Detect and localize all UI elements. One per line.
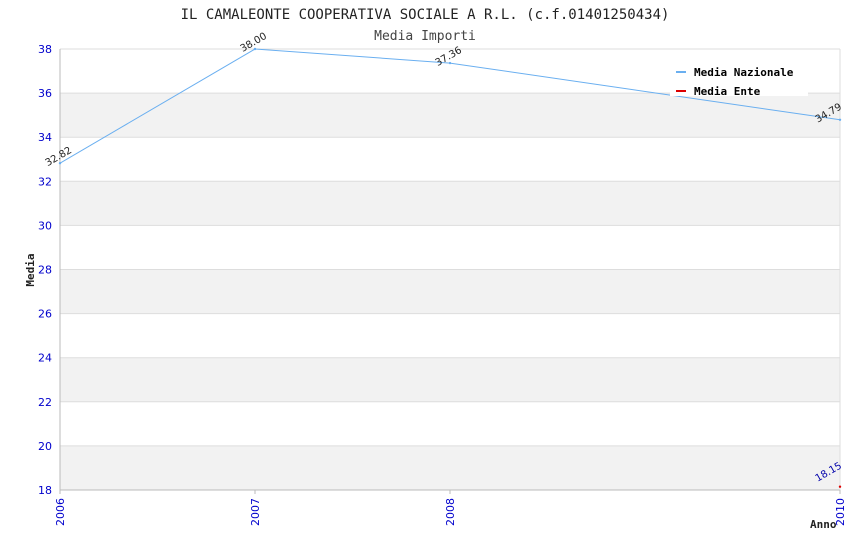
x-tick-label: 2006 [54, 498, 67, 526]
y-tick-label: 30 [38, 219, 52, 232]
data-point [838, 485, 842, 488]
legend-label: Media Nazionale [694, 66, 794, 79]
y-tick-label: 24 [38, 352, 52, 365]
y-tick-label: 34 [38, 131, 52, 144]
y-tick-label: 38 [38, 43, 52, 56]
band [60, 269, 840, 314]
y-tick-label: 36 [38, 87, 52, 100]
legend: Media Nazionale Media Ente [670, 60, 808, 98]
band [60, 445, 840, 490]
y-tick-label: 32 [38, 175, 52, 188]
data-point [838, 118, 842, 121]
legend-label: Media Ente [694, 85, 761, 98]
x-tick-label: 2008 [444, 498, 457, 526]
x-tick-label: 2007 [249, 498, 262, 526]
y-tick-labels: 18 20 22 24 26 28 30 32 34 36 38 [38, 43, 52, 497]
band [60, 93, 840, 138]
chart-subtitle: Media Importi [374, 29, 476, 44]
y-tick-label: 20 [38, 440, 52, 453]
band [60, 181, 840, 226]
line-chart: IL CAMALEONTE COOPERATIVA SOCIALE A R.L.… [24, 7, 847, 531]
x-tick-labels: 2006 2007 2008 2010 [54, 498, 847, 526]
x-axis-label: Anno [810, 518, 837, 531]
y-tick-label: 26 [38, 308, 52, 321]
y-tick-label: 22 [38, 396, 52, 409]
y-axis-label: Media [24, 253, 37, 286]
y-tick-label: 28 [38, 264, 52, 277]
chart-title: IL CAMALEONTE COOPERATIVA SOCIALE A R.L.… [181, 7, 670, 23]
band [60, 357, 840, 402]
y-tick-label: 18 [38, 484, 52, 497]
